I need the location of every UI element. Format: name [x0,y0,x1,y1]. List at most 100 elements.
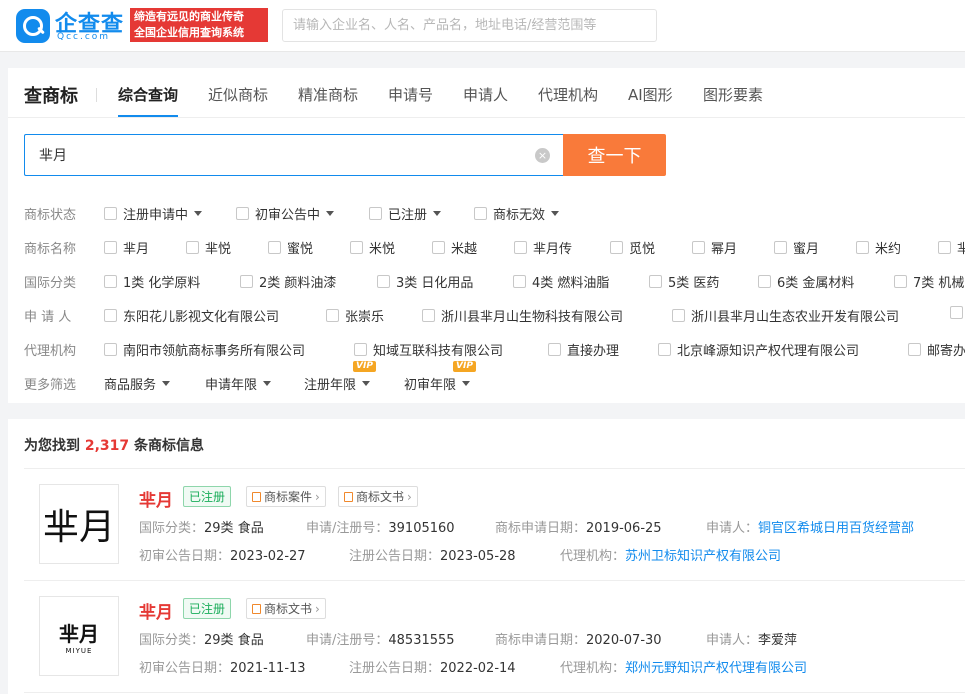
checkbox[interactable] [610,241,623,254]
filter-name-option[interactable]: 芈月传 [514,238,572,257]
agency-link[interactable]: 苏州卫标知识产权有限公司 [625,549,781,564]
checkbox[interactable] [104,343,117,356]
filter-apply-years-dropdown[interactable]: 申请年限 [205,374,272,393]
trademark-name-link[interactable]: 芈月 [139,598,173,623]
caret-down-icon [433,211,442,216]
checkbox[interactable] [104,309,117,322]
checkbox[interactable] [104,241,117,254]
filter-reg-years-dropdown[interactable]: 注册年限 [304,374,371,393]
checkbox[interactable] [938,241,951,254]
checkbox[interactable] [894,275,907,288]
filter-applicant-option[interactable]: 浙川县芈月山生物科技有限公司 [422,306,623,325]
trademark-search-input[interactable] [25,135,564,175]
meta-agency: 代理机构：苏州卫标知识产权有限公司 [560,545,781,564]
tab-applicant[interactable]: 申请人 [463,84,508,105]
filter-class-option[interactable]: 5类 医药 [649,272,719,291]
applicant-link[interactable]: 铜官区希城日用百货经营部 [758,521,914,536]
trademark-documents-button[interactable]: 商标文书 › [338,486,418,507]
trademark-documents-button[interactable]: 商标文书 › [246,598,326,619]
tab-ai-graphic[interactable]: AI图形 [628,84,673,105]
checkbox[interactable] [422,309,435,322]
tab-similar[interactable]: 近似商标 [208,84,268,105]
checkbox[interactable] [268,241,281,254]
search-button[interactable]: 查一下 [563,134,666,176]
global-search-input[interactable] [283,10,656,41]
filter-goods-services-dropdown[interactable]: 商品服务 [104,374,171,393]
checkbox[interactable] [432,241,445,254]
checkbox[interactable] [104,275,117,288]
checkbox[interactable] [908,343,921,356]
checkbox[interactable] [513,275,526,288]
checkbox[interactable] [692,241,705,254]
filter-name-option[interactable]: 芈悦 [186,238,231,257]
checkbox[interactable] [548,343,561,356]
filter-prelim-years-dropdown[interactable]: 初审年限 [404,374,471,393]
tab-graphic-elements[interactable]: 图形要素 [703,84,763,105]
filter-name-option[interactable]: 芈月 [104,238,149,257]
tab-comprehensive[interactable]: 综合查询 [118,84,178,105]
checkbox[interactable] [354,343,367,356]
option-label: 邮寄办 [927,344,965,359]
filter-agency-option[interactable]: 南阳市领航商标事务所有限公司 [104,340,305,359]
filter-class-option[interactable]: 3类 日化用品 [377,272,473,291]
filter-status-invalid[interactable]: 商标无效 [474,204,560,223]
checkbox[interactable] [950,306,963,319]
filter-name-option[interactable]: 米越 [432,238,477,257]
filter-status-prelim[interactable]: 初审公告中 [236,204,335,223]
filter-class-option[interactable]: 1类 化学原料 [104,272,200,291]
filter-name-option[interactable]: 幂月 [692,238,737,257]
checkbox[interactable] [658,343,671,356]
option-label: 商品服务 [104,378,157,393]
filter-status-pending[interactable]: 注册申请中 [104,204,203,223]
trademark-image[interactable]: 芈月 [39,484,119,564]
clear-icon[interactable]: × [535,148,550,163]
filter-status-registered[interactable]: 已注册 [369,204,442,223]
filter-agency-option[interactable]: 北京峰源知识产权代理有限公司 [658,340,859,359]
filter-class-option[interactable]: 6类 金属材料 [758,272,854,291]
checkbox[interactable] [649,275,662,288]
filter-applicant-option[interactable]: 张崇乐 [326,306,384,325]
option-label: 米约 [875,242,902,257]
filter-name-option[interactable]: 芈 [938,238,965,257]
filter-name-option[interactable]: 米约 [856,238,901,257]
checkbox[interactable] [104,207,117,220]
filter-name-option[interactable]: 蜜悦 [268,238,313,257]
filter-name-option[interactable]: 蜜月 [774,238,819,257]
checkbox[interactable] [758,275,771,288]
checkbox[interactable] [672,309,685,322]
checkbox[interactable] [514,241,527,254]
checkbox[interactable] [240,275,253,288]
filter-applicant-option-overflow[interactable] [950,306,965,319]
chevron-right-icon: › [407,490,412,504]
agency-link[interactable]: 郑州元野知识产权代理有限公司 [625,661,807,676]
checkbox[interactable] [326,309,339,322]
checkbox[interactable] [350,241,363,254]
tab-application-number[interactable]: 申请号 [388,84,433,105]
filter-class-option[interactable]: 2类 颜料油漆 [240,272,336,291]
checkbox[interactable] [856,241,869,254]
tab-exact[interactable]: 精准商标 [298,84,358,105]
option-label: 芈悦 [205,242,232,257]
filter-name-option[interactable]: 米悦 [350,238,395,257]
checkbox[interactable] [369,207,382,220]
trademark-image[interactable]: 芈月 MIYUE [39,596,119,676]
option-label: 5类 医药 [668,276,720,291]
filter-agency-option[interactable]: 直接办理 [548,340,619,359]
trademark-cases-button[interactable]: 商标案件 › [246,486,326,507]
tab-agency[interactable]: 代理机构 [538,84,598,105]
filter-applicant-option[interactable]: 东阳花儿影视文化有限公司 [104,306,279,325]
checkbox[interactable] [186,241,199,254]
filter-name-option[interactable]: 觅悦 [610,238,655,257]
qcc-logo-icon[interactable] [16,9,50,43]
filter-class-option[interactable]: 4类 燃料油脂 [513,272,609,291]
checkbox[interactable] [236,207,249,220]
checkbox[interactable] [474,207,487,220]
filter-applicant-option[interactable]: 浙川县芈月山生态农业开发有限公司 [672,306,899,325]
slogan-line-2: 全国企业信用查询系统 [134,26,244,39]
filter-class-option[interactable]: 7类 机械 [894,272,964,291]
checkbox[interactable] [377,275,390,288]
checkbox[interactable] [774,241,787,254]
trademark-name-link[interactable]: 芈月 [139,486,173,511]
filter-agency-option[interactable]: 知域互联科技有限公司 [354,340,503,359]
filter-agency-option[interactable]: 邮寄办 [908,340,965,359]
